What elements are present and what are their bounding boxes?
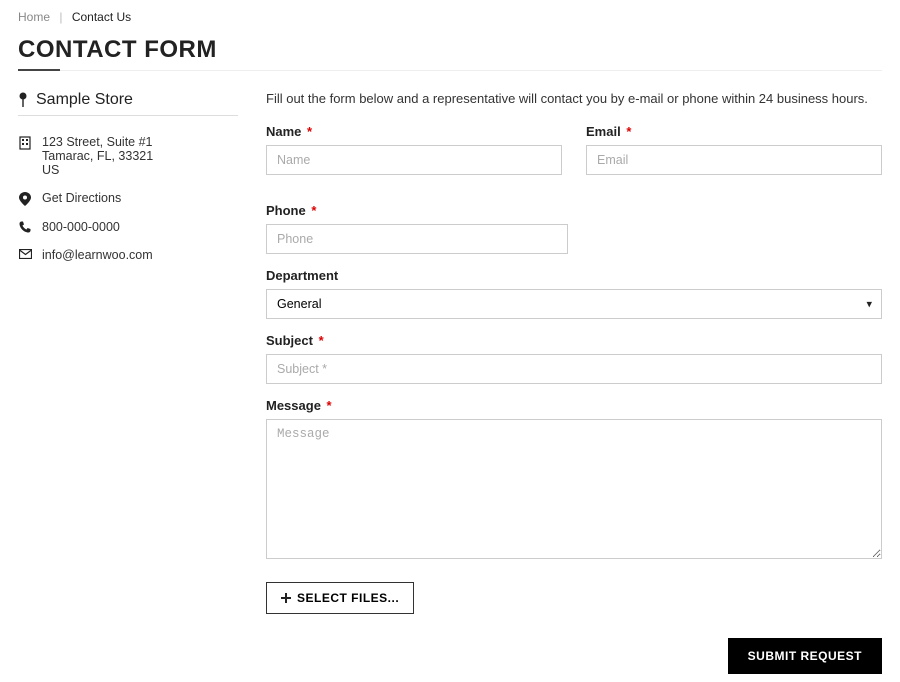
name-input[interactable] — [266, 145, 562, 175]
address-line-2: Tamarac, FL, 33321 — [42, 149, 153, 163]
email-field-wrap: Email * — [586, 124, 882, 175]
message-input[interactable] — [266, 419, 882, 559]
address-line-3: US — [42, 163, 153, 177]
required-mark: * — [311, 203, 316, 218]
breadcrumb: Home | Contact Us — [18, 8, 882, 32]
store-info-sidebar: Sample Store 123 Street, Suite #1 Tamara… — [18, 91, 238, 674]
subject-input[interactable] — [266, 354, 882, 384]
email-item: info@learnwoo.com — [18, 241, 238, 269]
email-text: info@learnwoo.com — [42, 248, 153, 262]
phone-icon — [18, 220, 32, 233]
phone-text: 800-000-0000 — [42, 220, 120, 234]
phone-input[interactable] — [266, 224, 568, 254]
store-name: Sample Store — [36, 91, 133, 109]
contact-form-area: Fill out the form below and a representa… — [266, 91, 882, 674]
phone-item: 800-000-0000 — [18, 213, 238, 241]
message-field-wrap: Message * — [266, 398, 882, 562]
directions-label: Get Directions — [42, 191, 121, 205]
envelope-icon — [18, 248, 32, 259]
page-title: CONTACT FORM — [18, 36, 882, 64]
building-icon — [18, 135, 32, 150]
select-files-button[interactable]: SELECT FILES... — [266, 582, 414, 614]
plus-icon — [281, 593, 291, 603]
breadcrumb-current: Contact Us — [72, 10, 131, 24]
pin-icon — [18, 92, 28, 108]
department-label: Department — [266, 268, 882, 283]
department-select[interactable]: General — [266, 289, 882, 319]
submit-button[interactable]: SUBMIT REQUEST — [728, 638, 882, 674]
location-icon — [18, 191, 32, 206]
required-mark: * — [319, 333, 324, 348]
directions-item[interactable]: Get Directions — [18, 184, 238, 213]
title-underline — [18, 70, 882, 71]
phone-field-wrap: Phone * — [266, 203, 882, 254]
form-intro: Fill out the form below and a representa… — [266, 91, 882, 106]
breadcrumb-home-link[interactable]: Home — [18, 10, 50, 24]
subject-label: Subject * — [266, 333, 882, 348]
required-mark: * — [327, 398, 332, 413]
breadcrumb-separator: | — [59, 10, 62, 24]
email-input[interactable] — [586, 145, 882, 175]
select-files-label: SELECT FILES... — [297, 591, 399, 605]
required-mark: * — [307, 124, 312, 139]
subject-field-wrap: Subject * — [266, 333, 882, 384]
address-line-1: 123 Street, Suite #1 — [42, 135, 153, 149]
email-label: Email * — [586, 124, 882, 139]
message-label: Message * — [266, 398, 882, 413]
name-field-wrap: Name * — [266, 124, 562, 175]
name-label: Name * — [266, 124, 562, 139]
address-item: 123 Street, Suite #1 Tamarac, FL, 33321 … — [18, 128, 238, 184]
required-mark: * — [626, 124, 631, 139]
phone-label: Phone * — [266, 203, 882, 218]
department-field-wrap: Department General — [266, 268, 882, 319]
